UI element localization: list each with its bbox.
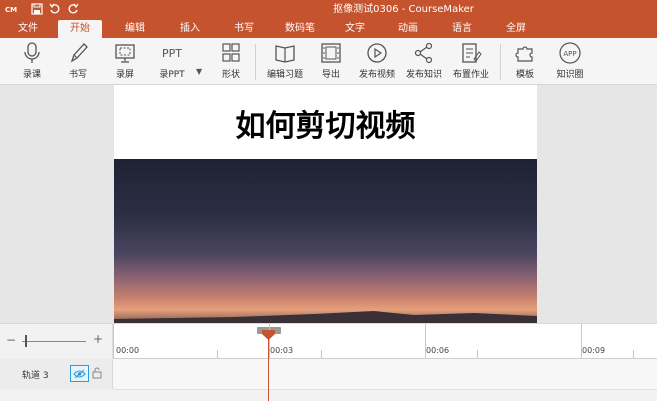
app-window: CM 抠像测试0306 - CourseMaker 文件 开始 编辑 插入 书写… [0, 0, 657, 401]
export-label: 导出 [321, 70, 340, 80]
track-name: 轨道 3 [22, 371, 49, 381]
zoom-in-icon[interactable]: + [93, 332, 103, 346]
ruler-label: 00:03 [270, 346, 294, 355]
ruler-tick [633, 350, 634, 358]
edit-quiz-label: 编辑习题 [266, 70, 303, 80]
tab-language[interactable]: 语言 [442, 20, 482, 38]
assign-homework-button[interactable]: 布置作业 [450, 40, 492, 82]
tab-edit[interactable]: 编辑 [115, 20, 155, 38]
zoom-slider-handle[interactable] [25, 335, 27, 347]
ruler-tick [113, 324, 114, 358]
title-bar: CM 抠像测试0306 - CourseMaker [0, 0, 657, 20]
tab-text[interactable]: 文字 [335, 20, 375, 38]
shapes-icon [218, 40, 244, 66]
ribbon-toolbar: 录课 书写 录屏 PPT 录PPT ▼ 形状 编辑习题 导出 发布视频 发布知识… [0, 38, 657, 85]
slide-canvas[interactable]: 如何剪切视频 [114, 85, 537, 323]
record-ppt-label: 录PPT [159, 70, 185, 80]
svg-text:PPT: PPT [162, 47, 182, 60]
svg-text:APP: APP [563, 50, 576, 58]
record-lesson-button[interactable]: 录课 [17, 40, 47, 82]
slide-title[interactable]: 如何剪切视频 [114, 101, 537, 145]
assign-homework-label: 布置作业 [452, 70, 489, 80]
publish-knowledge-button[interactable]: 发布知识 [403, 40, 445, 82]
lock-icon[interactable] [92, 367, 102, 382]
write-button[interactable]: 书写 [63, 40, 93, 82]
zoom-control: − + [0, 324, 113, 358]
publish-video-button[interactable]: 发布视频 [356, 40, 398, 82]
tab-digital-pen[interactable]: 数码笔 [278, 20, 322, 38]
menu-bar: 文件 开始 编辑 插入 书写 数码笔 文字 动画 语言 全屏 [0, 20, 657, 38]
tab-insert[interactable]: 插入 [170, 20, 210, 38]
screen-record-icon [112, 40, 138, 66]
app-icon: APP [557, 40, 583, 66]
window-title: 抠像测试0306 - CourseMaker [333, 4, 474, 15]
record-lesson-label: 录课 [22, 70, 41, 80]
ruler-label: 00:00 [116, 346, 140, 355]
book-icon [272, 40, 298, 66]
ruler-label: 00:06 [426, 346, 450, 355]
track-lane[interactable] [113, 359, 657, 390]
tab-fullscreen[interactable]: 全屏 [496, 20, 536, 38]
shapes-label: 形状 [221, 70, 240, 80]
document-edit-icon [458, 40, 484, 66]
pen-icon [65, 40, 91, 66]
play-circle-icon [364, 40, 390, 66]
zoom-slider-track[interactable] [22, 341, 86, 342]
time-ruler[interactable]: 00:00 00:03 00:06 00:09 [113, 324, 657, 359]
write-label: 书写 [68, 70, 87, 80]
zoom-out-icon[interactable]: − [6, 333, 16, 347]
ppt-icon: PPT [159, 40, 185, 66]
eye-icon[interactable] [70, 365, 89, 382]
edit-quiz-button[interactable]: 编辑习题 [264, 40, 306, 82]
ribbon-divider [255, 44, 256, 80]
playhead-line[interactable] [268, 337, 269, 401]
screen-record-button[interactable]: 录屏 [110, 40, 140, 82]
share-icon [411, 40, 437, 66]
track-header: 轨道 3 [0, 359, 113, 389]
template-button[interactable]: 模板 [510, 40, 540, 82]
export-button[interactable]: 导出 [316, 40, 346, 82]
ruler-label: 00:09 [582, 346, 606, 355]
shapes-button[interactable]: 形状 [216, 40, 246, 82]
screen-record-label: 录屏 [115, 70, 134, 80]
knowledge-circle-label: 知识圈 [556, 70, 584, 80]
knowledge-circle-button[interactable]: APP 知识圈 [552, 40, 588, 82]
timeline-panel: − + 00:00 00:03 00:06 00:09 轨道 3 [0, 323, 657, 401]
canvas-area: 如何剪切视频 [0, 85, 657, 323]
playhead-marker[interactable] [262, 330, 275, 340]
publish-video-label: 发布视频 [358, 70, 395, 80]
ruler-tick [477, 350, 478, 358]
film-icon [318, 40, 344, 66]
tab-write[interactable]: 书写 [224, 20, 264, 38]
ruler-tick [321, 350, 322, 358]
ruler-tick [217, 350, 218, 358]
tab-home[interactable]: 开始 [58, 20, 102, 38]
chevron-down-icon[interactable]: ▼ [196, 67, 202, 76]
template-label: 模板 [515, 70, 534, 80]
ribbon-divider [500, 44, 501, 80]
record-ppt-button[interactable]: PPT 录PPT [155, 40, 189, 82]
puzzle-icon [512, 40, 538, 66]
sunset-image[interactable] [114, 159, 537, 323]
publish-knowledge-label: 发布知识 [405, 70, 442, 80]
tab-file[interactable]: 文件 [8, 20, 48, 38]
tab-animation[interactable]: 动画 [388, 20, 428, 38]
microphone-icon [19, 40, 45, 66]
